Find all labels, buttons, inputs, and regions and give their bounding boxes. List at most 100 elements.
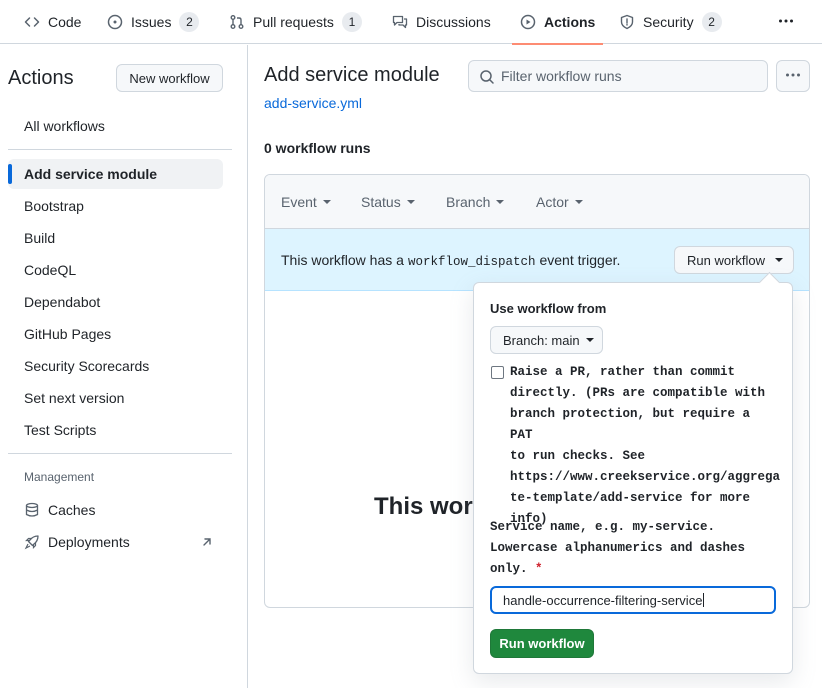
raise-pr-checkbox[interactable] — [491, 366, 504, 379]
label-line: only. — [490, 562, 528, 576]
filter-label: Event — [281, 194, 317, 210]
label-line: branch protection, but require a PAT — [510, 407, 751, 442]
issue-icon — [107, 14, 123, 30]
shield-icon — [619, 14, 635, 30]
sidebar-item-bootstrap[interactable]: Bootstrap — [8, 191, 223, 221]
runs-filter-bar: Event Status Branch Actor — [265, 175, 809, 229]
workflow-runs-count: 0 workflow runs — [264, 140, 371, 156]
tab-label: Discussions — [416, 14, 491, 30]
workflow-options-button[interactable] — [776, 60, 810, 92]
sidebar-item-test-scripts[interactable]: Test Scripts — [8, 415, 223, 445]
filter-workflow-runs-input[interactable]: Filter workflow runs — [468, 60, 768, 92]
sidebar-item-label: Bootstrap — [24, 198, 84, 214]
sidebar-item-label: Build — [24, 230, 56, 246]
filter-label: Status — [361, 194, 401, 210]
tab-label: Actions — [544, 14, 596, 30]
service-name-input[interactable]: handle-occurrence-filtering-service — [490, 586, 776, 614]
discussion-icon — [392, 14, 408, 30]
external-link-arrow-icon — [199, 534, 215, 550]
branch-filter-dropdown[interactable]: Branch — [446, 194, 505, 210]
sidebar-divider — [8, 453, 232, 454]
kebab-horizontal-icon — [785, 67, 801, 86]
sidebar-item-security-scorecards[interactable]: Security Scorecards — [8, 351, 223, 381]
sidebar-item-label: Security Scorecards — [24, 358, 150, 374]
sidebar-item-build[interactable]: Build — [8, 223, 223, 253]
code-icon — [24, 14, 40, 30]
branch-select-button[interactable]: Branch: main — [490, 326, 603, 354]
more-tabs-button[interactable] — [774, 10, 798, 34]
dispatch-message: This workflow has a workflow_dispatch even… — [281, 252, 620, 269]
tab-code[interactable]: Code — [24, 0, 81, 44]
tab-actions[interactable]: Actions — [511, 0, 604, 45]
sidebar-item-label: Add service module — [24, 166, 158, 182]
label-line: Service name, e.g. my-service. — [490, 520, 716, 534]
sidebar-item-github-pages[interactable]: GitHub Pages — [8, 319, 223, 349]
caret-down-icon — [585, 338, 594, 342]
security-count-badge: 2 — [701, 12, 722, 32]
branch-select-label: Branch: main — [503, 332, 580, 348]
caret-down-icon — [496, 200, 505, 204]
use-workflow-from-label: Use workflow from — [490, 301, 607, 316]
sidebar-item-label: Deployments — [48, 534, 130, 550]
tab-pull-requests[interactable]: Pull requests 1 — [229, 0, 362, 44]
tab-label: Pull requests — [253, 14, 334, 30]
dispatch-code: workflow_dispatch — [407, 255, 536, 269]
filter-label: Branch — [446, 194, 491, 210]
caret-down-icon — [574, 200, 583, 204]
label-line: Raise a PR, rather than commit — [510, 365, 736, 379]
rocket-icon — [24, 534, 40, 550]
run-workflow-submit-button[interactable]: Run workflow — [490, 629, 594, 658]
kebab-horizontal-icon — [778, 13, 794, 32]
tab-issues[interactable]: Issues 2 — [107, 0, 200, 44]
dispatch-prefix: This workflow has a — [281, 252, 404, 268]
database-icon — [24, 502, 40, 518]
service-name-label: Service name, e.g. my-service. Lowercase… — [490, 517, 780, 580]
label-line: te-template/add-service for more — [510, 491, 751, 505]
actor-filter-dropdown[interactable]: Actor — [536, 194, 583, 210]
filter-placeholder: Filter workflow runs — [501, 68, 622, 84]
sidebar-item-set-next-version[interactable]: Set next version — [8, 383, 223, 413]
sidebar-item-label: CodeQL — [24, 262, 77, 278]
sidebar-item-dependabot[interactable]: Dependabot — [8, 287, 223, 317]
required-asterisk: * — [535, 562, 543, 576]
sidebar-item-label: Test Scripts — [24, 422, 97, 438]
sidebar-item-label: Set next version — [24, 390, 125, 406]
sidebar-item-caches[interactable]: Caches — [8, 495, 223, 525]
tab-label: Security — [643, 14, 694, 30]
caret-down-icon — [322, 200, 331, 204]
page-title: Add service module — [264, 64, 440, 86]
sidebar-item-label: GitHub Pages — [24, 326, 112, 342]
sidebar-item-label: Dependabot — [24, 294, 101, 310]
status-filter-dropdown[interactable]: Status — [361, 194, 415, 210]
caret-down-icon — [775, 258, 784, 262]
tab-security[interactable]: Security 2 — [619, 0, 722, 44]
raise-pr-label: Raise a PR, rather than commit directly.… — [510, 362, 780, 530]
sidebar-item-all-workflows[interactable]: All workflows — [8, 111, 223, 141]
sidebar-item-add-service-module[interactable]: Add service module — [8, 159, 223, 189]
new-workflow-button[interactable]: New workflow — [116, 64, 223, 92]
tab-label: Code — [48, 14, 82, 30]
text-cursor — [703, 593, 705, 607]
sidebar-title: Actions — [8, 67, 74, 89]
actions-sidebar: Actions New workflow All workflows Add s… — [0, 45, 248, 688]
play-icon — [520, 14, 536, 30]
management-heading: Management — [24, 470, 95, 484]
label-line: Lowercase alphanumerics and dashes — [490, 541, 746, 555]
sidebar-item-deployments[interactable]: Deployments — [8, 527, 223, 557]
caret-down-icon — [406, 200, 415, 204]
filter-label: Actor — [536, 194, 569, 210]
pull-request-icon — [229, 14, 245, 30]
search-icon — [479, 69, 495, 85]
run-workflow-popover: Use workflow from Branch: main Raise a P… — [473, 282, 793, 674]
event-filter-dropdown[interactable]: Event — [281, 194, 331, 210]
sidebar-item-codeql[interactable]: CodeQL — [8, 255, 223, 285]
tab-label: Issues — [131, 14, 172, 30]
repo-nav: Code Issues 2 Pull requests 1 Discussion… — [0, 0, 822, 45]
tab-discussions[interactable]: Discussions — [392, 0, 491, 44]
workflow-file-link[interactable]: add-service.yml — [264, 95, 362, 111]
run-workflow-dropdown-button[interactable]: Run workflow — [674, 246, 794, 274]
dispatch-suffix: event trigger. — [539, 252, 621, 268]
issues-count-badge: 2 — [179, 12, 200, 32]
pull-requests-count-badge: 1 — [341, 12, 362, 32]
run-workflow-label: Run workflow — [687, 252, 766, 268]
